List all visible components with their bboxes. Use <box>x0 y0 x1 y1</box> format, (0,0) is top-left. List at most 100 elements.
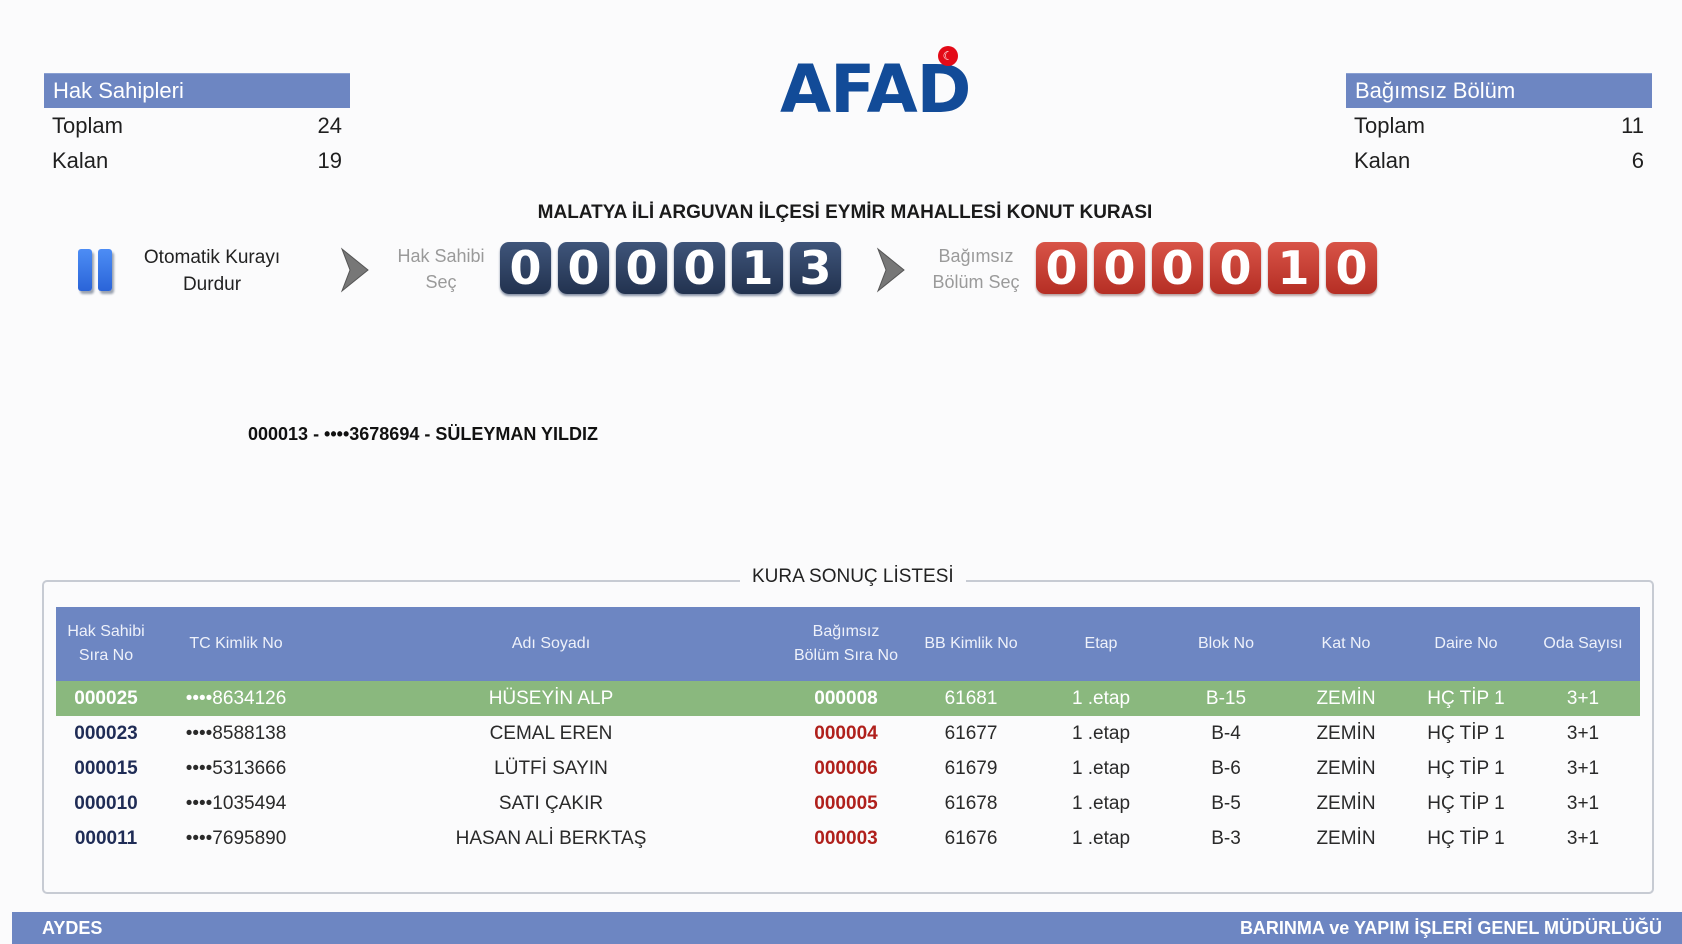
table-cell: ZEMİN <box>1316 792 1376 814</box>
table-cell: HÜSEYİN ALP <box>316 681 786 716</box>
table-cell: B-3 <box>1211 827 1241 849</box>
chevron-right-icon <box>874 247 910 293</box>
table-header-row: Hak Sahibi Sıra No TC Kimlik No Adı Soya… <box>56 607 1640 681</box>
beneficiary-counter: 0 0 0 0 1 3 <box>500 242 841 294</box>
table-row[interactable]: 000010 ••••1035494 SATI ÇAKIR 000005 616… <box>56 786 1640 821</box>
table-cell: 61677 <box>944 722 998 744</box>
table-cell: ZEMİN <box>1316 827 1376 849</box>
results-table: Hak Sahibi Sıra No TC Kimlik No Adı Soya… <box>56 607 1640 856</box>
table-cell: 3+1 <box>1526 681 1640 716</box>
afad-logo: AFAD ☾ <box>780 46 971 128</box>
table-cell: 1 .etap <box>1071 827 1131 849</box>
table-cell: ••••1035494 <box>185 792 287 814</box>
footer-right-text: BARINMA ve YAPIM İŞLERİ GENEL MÜDÜRLÜĞÜ <box>1239 918 1662 938</box>
counter-digit: 3 <box>790 242 841 294</box>
table-cell: ZEMİN <box>1316 722 1376 744</box>
column-header: Hak Sahibi Sıra No <box>56 607 156 681</box>
counter-digit: 0 <box>1326 242 1377 294</box>
counter-digit: 0 <box>1210 242 1261 294</box>
table-cell: 000025 <box>56 681 156 716</box>
column-header: Oda Sayısı <box>1526 607 1640 681</box>
table-cell: 000004 <box>814 722 878 744</box>
table-cell: B-4 <box>1211 722 1241 744</box>
hak-sahipleri-panel: Hak Sahipleri Toplam 24 Kalan 19 <box>44 73 350 178</box>
table-cell: HÇ TİP 1 <box>1427 827 1505 849</box>
stat-value: 24 <box>317 113 342 138</box>
unit-counter: 0 0 0 0 1 0 <box>1036 242 1377 294</box>
table-cell: 3+1 <box>1566 757 1600 779</box>
table-cell: 3+1 <box>1566 722 1600 744</box>
table-cell: 3+1 <box>1566 792 1600 814</box>
table-cell: 3+1 <box>1566 827 1600 849</box>
table-cell: HÇ TİP 1 <box>1406 681 1526 716</box>
stat-row-toplam: Toplam 24 <box>44 108 350 143</box>
table-cell: HÇ TİP 1 <box>1427 722 1505 744</box>
counter-digit: 0 <box>1036 242 1087 294</box>
table-cell: 000010 <box>74 792 138 814</box>
panel-title: Bağımsız Bölüm <box>1346 73 1652 108</box>
results-title: KURA SONUÇ LİSTESİ <box>740 566 966 588</box>
column-header: Daire No <box>1406 607 1526 681</box>
column-header: Kat No <box>1286 607 1406 681</box>
table-cell: ••••5313666 <box>185 757 287 779</box>
table-cell: LÜTFİ SAYIN <box>494 757 608 779</box>
pause-icon-bar <box>98 249 112 291</box>
table-cell: ZEMİN <box>1316 757 1376 779</box>
pause-button[interactable] <box>78 249 120 293</box>
table-cell: HÇ TİP 1 <box>1427 792 1505 814</box>
stat-row-kalan: Kalan 6 <box>1346 143 1652 178</box>
stat-row-kalan: Kalan 19 <box>44 143 350 178</box>
counter-digit: 1 <box>1268 242 1319 294</box>
table-cell: 000011 <box>74 827 138 849</box>
stat-value: 11 <box>1621 113 1644 138</box>
step-label-line1: Bağımsız <box>938 246 1014 266</box>
footer-bar: AYDES BARINMA ve YAPIM İŞLERİ GENEL MÜDÜ… <box>12 912 1682 944</box>
table-cell: ZEMİN <box>1286 681 1406 716</box>
counter-digit: 0 <box>558 242 609 294</box>
table-cell: 000008 <box>786 681 906 716</box>
select-beneficiary-step: Hak Sahibi Seç <box>388 243 494 295</box>
column-header: Bağımsız Bölüm Sıra No <box>786 607 906 681</box>
table-cell: 61681 <box>906 681 1036 716</box>
table-cell: HÇ TİP 1 <box>1427 757 1505 779</box>
pause-auto-draw-label[interactable]: Otomatik Kurayı Durdur <box>136 244 288 298</box>
table-row[interactable]: 000015 ••••5313666 LÜTFİ SAYIN 000006 61… <box>56 751 1640 786</box>
counter-digit: 0 <box>616 242 667 294</box>
counter-digit: 0 <box>1094 242 1145 294</box>
table-cell: 1 .etap <box>1071 757 1131 779</box>
logo-text: AFAD <box>780 51 971 128</box>
table-cell: 61679 <box>944 757 998 779</box>
table-row[interactable]: 000025 ••••8634126 HÜSEYİN ALP 000008 61… <box>56 681 1640 716</box>
stat-row-toplam: Toplam 11 <box>1346 108 1652 143</box>
table-cell: B-5 <box>1211 792 1241 814</box>
column-header: Adı Soyadı <box>316 607 786 681</box>
stat-label: Kalan <box>52 148 109 173</box>
stat-value: 6 <box>1631 148 1644 173</box>
stat-value: 19 <box>317 148 342 173</box>
table-cell: ••••8634126 <box>156 681 316 716</box>
pause-icon <box>78 249 92 291</box>
counter-digit: 0 <box>1152 242 1203 294</box>
table-cell: 000005 <box>814 792 878 814</box>
step-label-line2: Bölüm Seç <box>932 272 1020 292</box>
column-header: TC Kimlik No <box>156 607 316 681</box>
table-cell: 000006 <box>814 757 878 779</box>
table-cell: ••••7695890 <box>185 827 287 849</box>
column-header: BB Kimlik No <box>906 607 1036 681</box>
table-cell: 1 .etap <box>1071 792 1131 814</box>
step-label-line2: Seç <box>425 272 457 292</box>
column-header: Etap <box>1036 607 1166 681</box>
table-cell: ••••8588138 <box>185 722 287 744</box>
pause-label-line2: Durdur <box>182 274 242 295</box>
current-selection: 000013 - ••••3678694 - SÜLEYMAN YILDIZ <box>248 424 599 444</box>
column-header: Blok No <box>1166 607 1286 681</box>
table-row[interactable]: 000023 ••••8588138 CEMAL EREN 000004 616… <box>56 716 1640 751</box>
footer-left-text: AYDES <box>42 918 103 938</box>
bagimsiz-bolum-panel: Bağımsız Bölüm Toplam 11 Kalan 6 <box>1346 73 1652 178</box>
chevron-right-icon <box>338 247 374 293</box>
table-cell: HASAN ALİ BERKTAŞ <box>455 827 647 849</box>
turkish-flag-icon: ☾ <box>938 46 958 66</box>
stat-label: Kalan <box>1354 148 1411 173</box>
counter-digit: 0 <box>674 242 725 294</box>
table-row[interactable]: 000011 ••••7695890 HASAN ALİ BERKTAŞ 000… <box>56 821 1640 856</box>
